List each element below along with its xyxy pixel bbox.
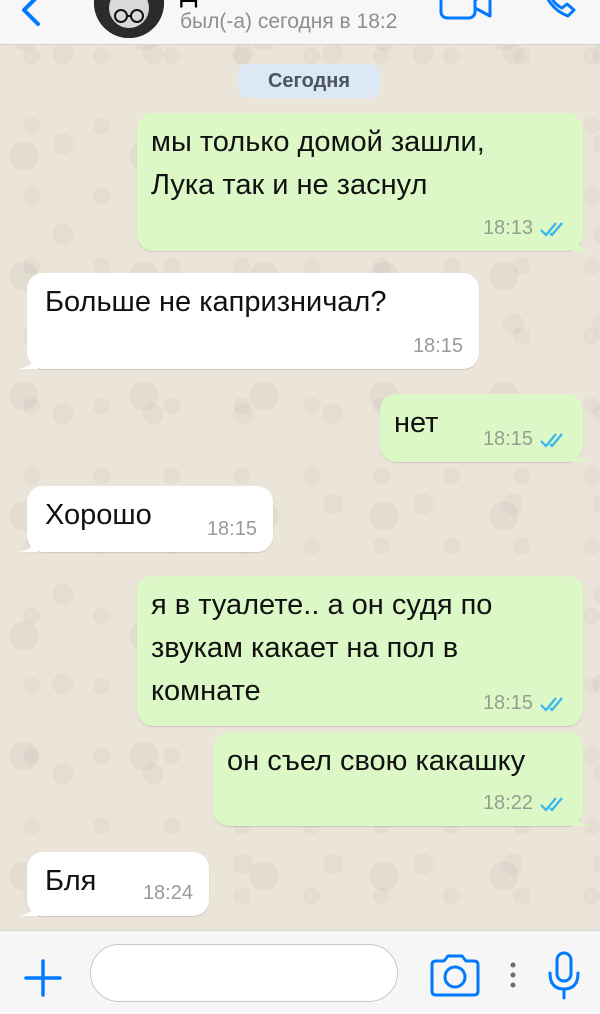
message-outgoing[interactable]: он съел свою какашку 18:22 [213,732,592,826]
message-text: мы только домой зашли, Лука так и не зас… [151,126,485,201]
microphone-icon[interactable] [544,951,584,1001]
double-check-icon [540,433,563,448]
bubble-tail [572,806,592,826]
phone-call-icon[interactable] [540,0,580,22]
message-outgoing[interactable]: нет 18:15 [380,394,592,462]
avatar[interactable] [94,0,164,38]
bubble-tail [18,532,38,552]
contact-name[interactable]: Д [180,0,198,9]
camera-icon[interactable] [428,953,482,997]
double-check-icon [540,697,563,712]
bubble-tail [572,231,592,251]
chat-header: Д был(-а) сегодня в 18:2 [0,0,600,45]
message-incoming[interactable]: Бля 18:24 [18,852,209,916]
plus-icon[interactable] [22,957,64,999]
message-input-bar [0,930,600,1014]
message-time: 18:15 [482,428,533,450]
message-time: 18:24 [142,882,193,904]
bubble-tail [572,442,592,462]
message-outgoing[interactable]: я в туалете.. а он судя по звукам какает… [137,576,583,726]
message-time: 18:13 [482,217,533,239]
date-separator: Сегодня [238,64,380,98]
back-chevron-icon[interactable] [12,0,52,32]
message-text: он съел свою какашку [227,745,526,777]
last-seen-status: был(-а) сегодня в 18:2 [180,10,398,33]
double-check-icon [540,222,563,237]
message-time: 18:15 [412,335,463,357]
message-time: 18:22 [482,792,533,814]
video-call-icon[interactable] [438,0,494,24]
message-input[interactable] [90,944,398,1002]
more-dots-icon[interactable] [506,957,520,993]
bubble-tail [18,896,38,916]
message-incoming[interactable]: Хорошо 18:15 [18,486,273,552]
double-check-icon [540,797,563,812]
bubble-tail [18,349,38,369]
message-incoming[interactable]: Больше не капризничал? 18:15 [18,273,479,369]
message-text: Больше не капризничал? [45,286,387,318]
message-time: 18:15 [482,692,533,714]
message-outgoing[interactable]: мы только домой зашли, Лука так и не зас… [137,113,592,251]
message-time: 18:15 [206,518,257,540]
